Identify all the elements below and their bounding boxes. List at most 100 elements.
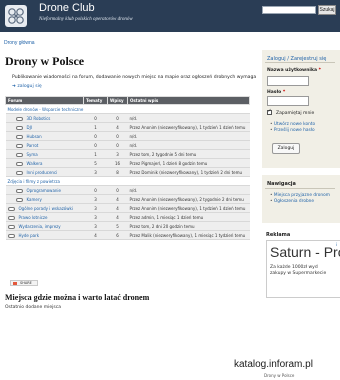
reset-password-link[interactable]: Prześlij nowe hasło <box>270 128 315 134</box>
forum-row[interactable]: DJI 1 4 Przez Anonim (niezweryfikowany), 1 … <box>5 122 250 132</box>
forum-name-label[interactable]: Modele dronów - Wsparcie techniczne <box>8 107 84 112</box>
last-post: Przez tom, 2 tygodnie 5 dni temu <box>127 149 250 159</box>
forum-row[interactable]: Hubsan 0 0 n/d. <box>5 131 250 141</box>
forum-name[interactable]: DJI <box>5 122 84 132</box>
password-field[interactable] <box>267 96 309 106</box>
speech-bubble-icon <box>15 170 23 175</box>
forum-name[interactable]: Modele dronów - Wsparcie techniczne <box>5 104 84 114</box>
forum-name[interactable]: Hubsan <box>5 131 84 141</box>
remember-me-checkbox[interactable] <box>267 108 272 115</box>
login-link[interactable]: ➜ zaloguj się <box>12 84 42 89</box>
forum-name-label[interactable]: Hyde park <box>19 233 40 238</box>
forum-name[interactable]: Kamery <box>5 194 84 204</box>
watermark-label: katalog.inforam.pl <box>232 358 340 372</box>
forum-name[interactable]: Wydarzenia, imprezy <box>5 221 84 231</box>
forum-row[interactable]: Parrot 0 0 n/d. <box>5 140 250 150</box>
topic-count: 3 <box>83 167 108 177</box>
divider <box>265 188 335 189</box>
post-count: 0 <box>107 113 128 123</box>
last-post: n/d. <box>127 185 250 195</box>
login-link-label[interactable]: zaloguj się <box>17 84 41 89</box>
forum-name-label[interactable]: DJI <box>27 125 32 130</box>
nav-link-classifieds[interactable]: Ogłoszenia drobne <box>270 199 330 205</box>
post-count <box>107 104 128 114</box>
speech-bubble-icon <box>15 188 23 193</box>
last-post: Przez Dominik (niezweryfikowany), 1 tydz… <box>127 167 250 177</box>
topic-count <box>83 104 108 114</box>
info-icon[interactable]: i <box>334 242 339 247</box>
forum-name-label[interactable]: Zdjęcia i filmy z powietrza <box>8 179 60 184</box>
footer-text: Drony w Polsce <box>264 373 295 378</box>
forum-row[interactable]: Oprogramowanie 0 0 n/d. <box>5 185 250 195</box>
forum-name-label[interactable]: Oprogramowanie <box>27 188 62 193</box>
post-count: 0 <box>107 140 128 150</box>
forum-name[interactable]: Prawo lotnicze <box>5 212 84 222</box>
search-input[interactable] <box>262 6 316 14</box>
forum-row[interactable]: Ogólne porady i wskazówki 3 4 Przez Anonim … <box>5 203 250 213</box>
forum-name[interactable]: 3D Robotics <box>5 113 84 123</box>
ad-banner[interactable]: Saturn - Pro Za każde 1000zł wyd zakupy … <box>266 240 340 298</box>
remember-me[interactable]: Zapamiętaj mnie <box>267 108 315 116</box>
last-post: Przez tom, 2 dni 20 godzin temu <box>127 221 250 231</box>
search-button[interactable]: Szukaj <box>318 5 336 15</box>
ad-headline[interactable]: Saturn - Pro <box>270 244 340 260</box>
forum-row[interactable]: Inni producenci 3 8 Przez Dominik (niezwery… <box>5 167 250 177</box>
column-header-forum: Forum <box>5 96 84 105</box>
forum-name-label[interactable]: Walkera <box>27 161 43 166</box>
places-section-subtitle: Ostatnio dodane miejsca <box>5 305 61 310</box>
login-button[interactable]: Zaloguj <box>272 143 300 154</box>
forum-container-row[interactable]: Zdjęcia i filmy z powietrza <box>5 176 250 186</box>
breadcrumb[interactable]: Drony główna <box>4 40 35 46</box>
last-post <box>127 104 250 114</box>
ad-text-line: zakupy w Supermarkecie <box>270 271 327 276</box>
forum-row[interactable]: Hyde park 4 6 Przez Malik (niezweryfikowany… <box>5 230 250 240</box>
username-field[interactable] <box>267 76 309 86</box>
forum-name[interactable]: Zdjęcia i filmy z powietrza <box>5 176 84 186</box>
forum-row[interactable]: 3D Robotics 0 0 n/d. <box>5 113 250 123</box>
forum-name-label[interactable]: Inni producenci <box>27 170 58 175</box>
forum-name-label[interactable]: 3D Robotics <box>27 116 51 121</box>
post-count: 4 <box>107 203 128 213</box>
topic-count: 0 <box>83 113 108 123</box>
forum-name[interactable]: Hyde park <box>5 230 84 240</box>
forum-name-label[interactable]: Wydarzenia, imprezy <box>19 224 61 229</box>
forum-name-label[interactable]: Prawo lotnicze <box>19 215 48 220</box>
account-links: Utwórz nowe konto Prześlij nowe hasło <box>270 122 315 134</box>
forum-row[interactable]: Prawo lotnicze 3 4 Przez admin, 1 miesiąc 1… <box>5 212 250 222</box>
password-label: Hasło * <box>267 90 285 95</box>
forum-name[interactable]: Parrot <box>5 140 84 150</box>
forum-container-row[interactable]: Modele dronów - Wsparcie techniczne <box>5 104 250 114</box>
forum-header-row: Forum Tematy Wpisy Ostatni wpis <box>5 96 250 105</box>
forum-name[interactable]: Syma <box>5 149 84 159</box>
post-count: 4 <box>107 212 128 222</box>
site-header: Drone Club Nieformalny klub polskich ope… <box>0 0 340 32</box>
site-name[interactable]: Drone Club <box>39 2 95 14</box>
forum-row[interactable]: Syma 1 3 Przez tom, 2 tygodnie 5 dni temu <box>5 149 250 159</box>
required-mark: * <box>282 90 286 95</box>
forum-row[interactable]: Kamery 3 4 Przez Anonim (niezweryfikowany),… <box>5 194 250 204</box>
speech-bubble-icon <box>15 152 23 157</box>
forum-name-label[interactable]: Parrot <box>27 143 39 148</box>
last-post: Przez admin, 1 miesiąc 1 dzień temu <box>127 212 250 222</box>
column-header-posts: Wpisy <box>107 96 128 105</box>
last-post: Przez Anonim (niezweryfikowany), 2 tygod… <box>127 194 250 204</box>
share-button[interactable]: SHARE <box>10 280 38 286</box>
last-post: Przez Anonim (niezweryfikowany), 1 tydzi… <box>127 203 250 213</box>
forum-row[interactable]: Walkera 5 16 Przez Pigmajerl, 1 dzień 8 god… <box>5 158 250 168</box>
topic-count: 1 <box>83 122 108 132</box>
forum-row[interactable]: Wydarzenia, imprezy 3 5 Przez tom, 2 dni 20… <box>5 221 250 231</box>
post-count: 5 <box>107 221 128 231</box>
forum-name-label[interactable]: Ogólne porady i wskazówki <box>19 206 73 211</box>
forum-name[interactable]: Oprogramowanie <box>5 185 84 195</box>
forum-name[interactable]: Inni producenci <box>5 167 84 177</box>
forum-name-label[interactable]: Hubsan <box>27 134 42 139</box>
forum-name-label[interactable]: Syma <box>27 152 38 157</box>
post-count: 0 <box>107 131 128 141</box>
intro-text: Publikowanie wiadomości na forum, dodawa… <box>12 75 257 80</box>
drone-logo-icon[interactable] <box>5 5 27 27</box>
forum-name-label[interactable]: Kamery <box>27 197 42 202</box>
forum-name[interactable]: Walkera <box>5 158 84 168</box>
remember-me-label: Zapamiętaj mnie <box>276 111 315 116</box>
navigation-title: Nawigacja <box>267 181 296 187</box>
forum-name[interactable]: Ogólne porady i wskazówki <box>5 203 84 213</box>
